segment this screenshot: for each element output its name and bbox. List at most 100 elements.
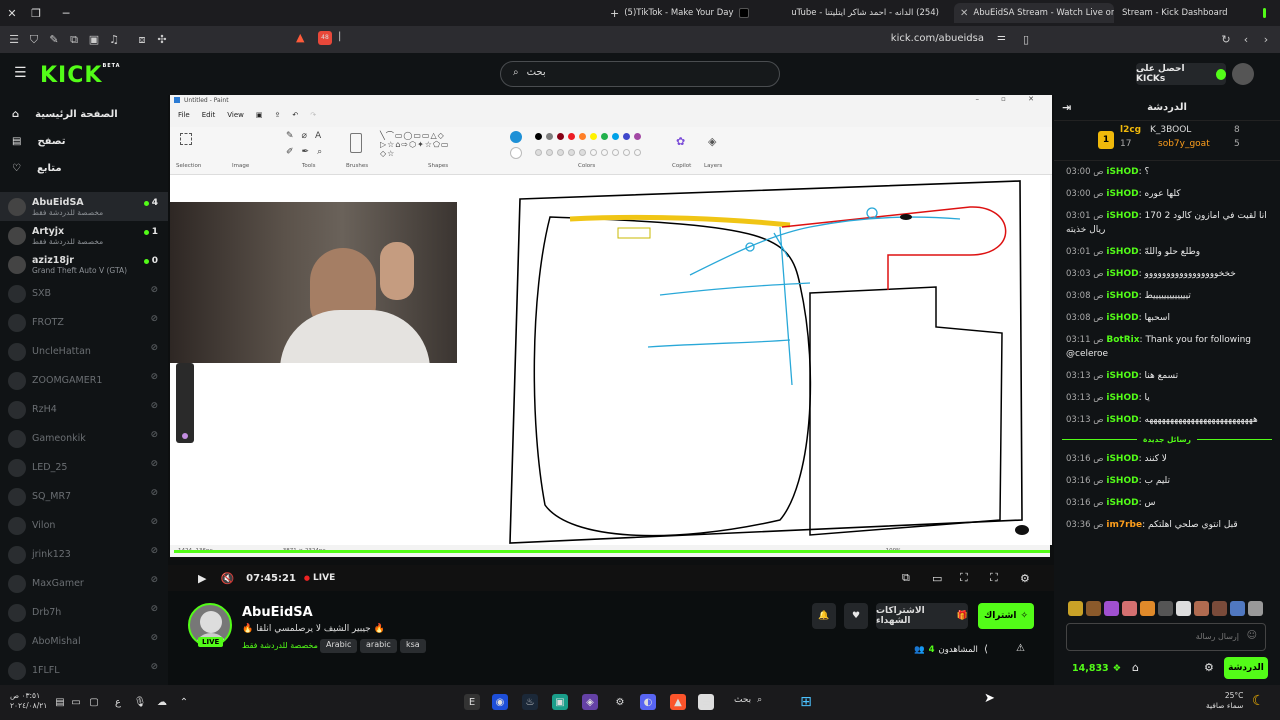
redo-icon[interactable]: ↷ xyxy=(310,111,316,119)
channel-item[interactable]: 1FLFL ⊘ xyxy=(0,656,168,685)
weather-widget[interactable]: 25°C سماء صافية xyxy=(1206,691,1243,711)
url-box[interactable]: ▲ 48 | kick.com/abueidsa ⚌ xyxy=(290,29,1020,50)
puzzle-icon[interactable]: ✣ xyxy=(152,33,172,46)
file-explorer-icon[interactable]: ▭ xyxy=(698,694,714,710)
color-swatch[interactable] xyxy=(623,133,630,140)
channel-item[interactable]: aziz18jr Grand Theft Auto V (GTA) 0 xyxy=(0,250,168,279)
shapes-icons[interactable]: ╲⌒▭◯▭▭△◇▷☆⌂⇨⬡✦☆⬠▭◇☆ xyxy=(380,131,450,158)
language-indicator[interactable]: ع xyxy=(110,694,126,710)
channel-item[interactable]: Gameonkik ⊘ xyxy=(0,424,168,453)
message-username[interactable]: iSHOD xyxy=(1106,313,1138,323)
get-kicks-button[interactable]: احصل على KICKs xyxy=(1136,63,1226,85)
discord-icon[interactable]: ◐ xyxy=(640,694,656,710)
message-username[interactable]: iSHOD xyxy=(1106,247,1138,257)
theater-icon[interactable]: ▭ xyxy=(932,572,942,585)
channel-item[interactable]: FROTZ ⊘ xyxy=(0,308,168,337)
message-username[interactable]: iSHOD xyxy=(1106,498,1138,508)
color-swatch[interactable] xyxy=(579,149,586,156)
brushes-icon[interactable] xyxy=(350,133,362,153)
pip-icon[interactable]: ⧉ xyxy=(902,571,910,585)
clip-icon[interactable]: ⛶ xyxy=(960,571,968,585)
emote-icon[interactable] xyxy=(1194,601,1209,616)
brave-rewards-icon[interactable]: ▲ xyxy=(296,31,304,44)
fullscreen-icon[interactable]: ⛶ xyxy=(990,571,998,585)
brave-icon[interactable]: ▲ xyxy=(670,694,686,710)
sidebar-item-browse[interactable]: ▤ تصفح xyxy=(0,128,168,155)
message-username[interactable]: iSHOD xyxy=(1106,371,1138,381)
menu-icon[interactable]: ☰ xyxy=(14,65,27,81)
color-swatch[interactable] xyxy=(612,149,619,156)
emote-icon[interactable] xyxy=(1230,601,1245,616)
channel-item[interactable]: jrink123 ⊘ xyxy=(0,540,168,569)
settings-icon[interactable]: ⚙ xyxy=(1020,572,1030,585)
color-swatch[interactable] xyxy=(601,133,608,140)
collapse-chat-icon[interactable]: ⇥ xyxy=(1062,101,1071,114)
channel-item[interactable]: Artyjx مخصصة للدردشة فقط 1 xyxy=(0,221,168,250)
notification-button[interactable]: 🔔 xyxy=(812,603,836,629)
chat-send-button[interactable]: الدردشة xyxy=(1224,657,1268,679)
undo-icon[interactable]: ↶ xyxy=(292,111,298,119)
emote-icon[interactable] xyxy=(1104,601,1119,616)
channel-item[interactable]: Vilon ⊘ xyxy=(0,511,168,540)
color-swatch[interactable] xyxy=(510,131,522,143)
follow-button[interactable]: ♥ xyxy=(844,603,868,629)
minimize-window-icon[interactable]: ─ xyxy=(54,7,78,20)
leader-name[interactable]: sob7y_goat xyxy=(1158,139,1210,149)
app-icon-2[interactable]: ▣ xyxy=(552,694,568,710)
app-icon-3[interactable]: ◈ xyxy=(582,694,598,710)
tune-icon[interactable]: ⚌ xyxy=(997,32,1006,43)
maximize-window-icon[interactable]: ❐ xyxy=(24,7,48,20)
shield-icon[interactable]: ⛉ xyxy=(24,33,44,47)
extension-icon[interactable]: ✎ xyxy=(44,33,64,46)
message-username[interactable]: im7rbe xyxy=(1106,520,1142,530)
message-username[interactable]: iSHOD xyxy=(1106,454,1138,464)
color-swatch[interactable] xyxy=(579,133,586,140)
tools-icons[interactable]: ✎⌀A xyxy=(286,131,329,141)
emote-icon[interactable] xyxy=(1248,601,1263,616)
color-swatch[interactable] xyxy=(535,133,542,140)
copilot-icon[interactable]: ✿ xyxy=(676,135,685,148)
color-swatch[interactable] xyxy=(590,133,597,140)
message-username[interactable]: iSHOD xyxy=(1106,393,1138,403)
color-swatch[interactable] xyxy=(510,147,522,159)
back-icon[interactable]: ‹ xyxy=(1236,33,1256,46)
settings-app-icon[interactable]: ⚙ xyxy=(612,694,628,710)
color-swatch[interactable] xyxy=(535,149,542,156)
share-icon[interactable]: ⟨ xyxy=(984,644,988,655)
tabs-icon[interactable]: ⧉ xyxy=(64,33,84,47)
battery-icon[interactable]: ▢ xyxy=(86,694,102,710)
kick-logo[interactable]: KICKBETA xyxy=(40,63,121,88)
app-icon[interactable]: ◉ xyxy=(492,694,508,710)
display-icon[interactable]: ▭ xyxy=(68,694,84,710)
channel-item[interactable]: UncleHattan ⊘ xyxy=(0,337,168,366)
channel-item[interactable]: SXB ⊘ xyxy=(0,279,168,308)
color-swatch[interactable] xyxy=(634,133,641,140)
leader-name[interactable]: K_3BOOL xyxy=(1150,125,1191,135)
tag[interactable]: arabic xyxy=(360,639,397,653)
channel-item[interactable]: SQ_MR7 ⊘ xyxy=(0,482,168,511)
epic-games-icon[interactable]: E xyxy=(464,694,480,710)
store-icon[interactable]: ⌂ xyxy=(1132,661,1139,674)
mute-icon[interactable]: 🔇 xyxy=(220,572,234,585)
report-icon[interactable]: ⚠ xyxy=(1016,643,1025,654)
screenshot-icon[interactable]: ⧈ xyxy=(132,33,152,47)
color-swatch[interactable] xyxy=(546,149,553,156)
tag[interactable]: Arabic xyxy=(320,639,358,653)
message-username[interactable]: iSHOD xyxy=(1106,189,1138,199)
tag[interactable]: ksa xyxy=(400,639,426,653)
message-username[interactable]: iSHOD xyxy=(1106,211,1138,221)
tab-kick-dashboard[interactable]: Stream - Kick Dashboard xyxy=(1116,3,1272,23)
channel-item[interactable]: Drb7h ⊘ xyxy=(0,598,168,627)
panel-icon[interactable]: ▣ xyxy=(84,33,104,46)
tab-youtube[interactable]: (254) الدانه - احمد شاكر ايتليتنا - YouT… xyxy=(792,3,950,23)
color-swatch[interactable] xyxy=(568,149,575,156)
chat-settings-icon[interactable]: ⚙ xyxy=(1204,661,1214,674)
tools-icons-row2[interactable]: ✐✒⌕ xyxy=(286,147,330,157)
chat-input[interactable]: إرسال رسالة ☺ xyxy=(1066,623,1266,651)
taskbar-clock[interactable]: ٠٣:٥١ ص ٢٠٢٤/٠٨/٢١ xyxy=(10,691,47,711)
steam-icon[interactable]: ♨ xyxy=(522,694,538,710)
play-icon[interactable]: ▶ xyxy=(198,572,206,585)
subscribe-button[interactable]: اشتراك ✧ xyxy=(978,603,1034,629)
channel-item[interactable]: MaxGamer ⊘ xyxy=(0,569,168,598)
emote-icon[interactable] xyxy=(1140,601,1155,616)
